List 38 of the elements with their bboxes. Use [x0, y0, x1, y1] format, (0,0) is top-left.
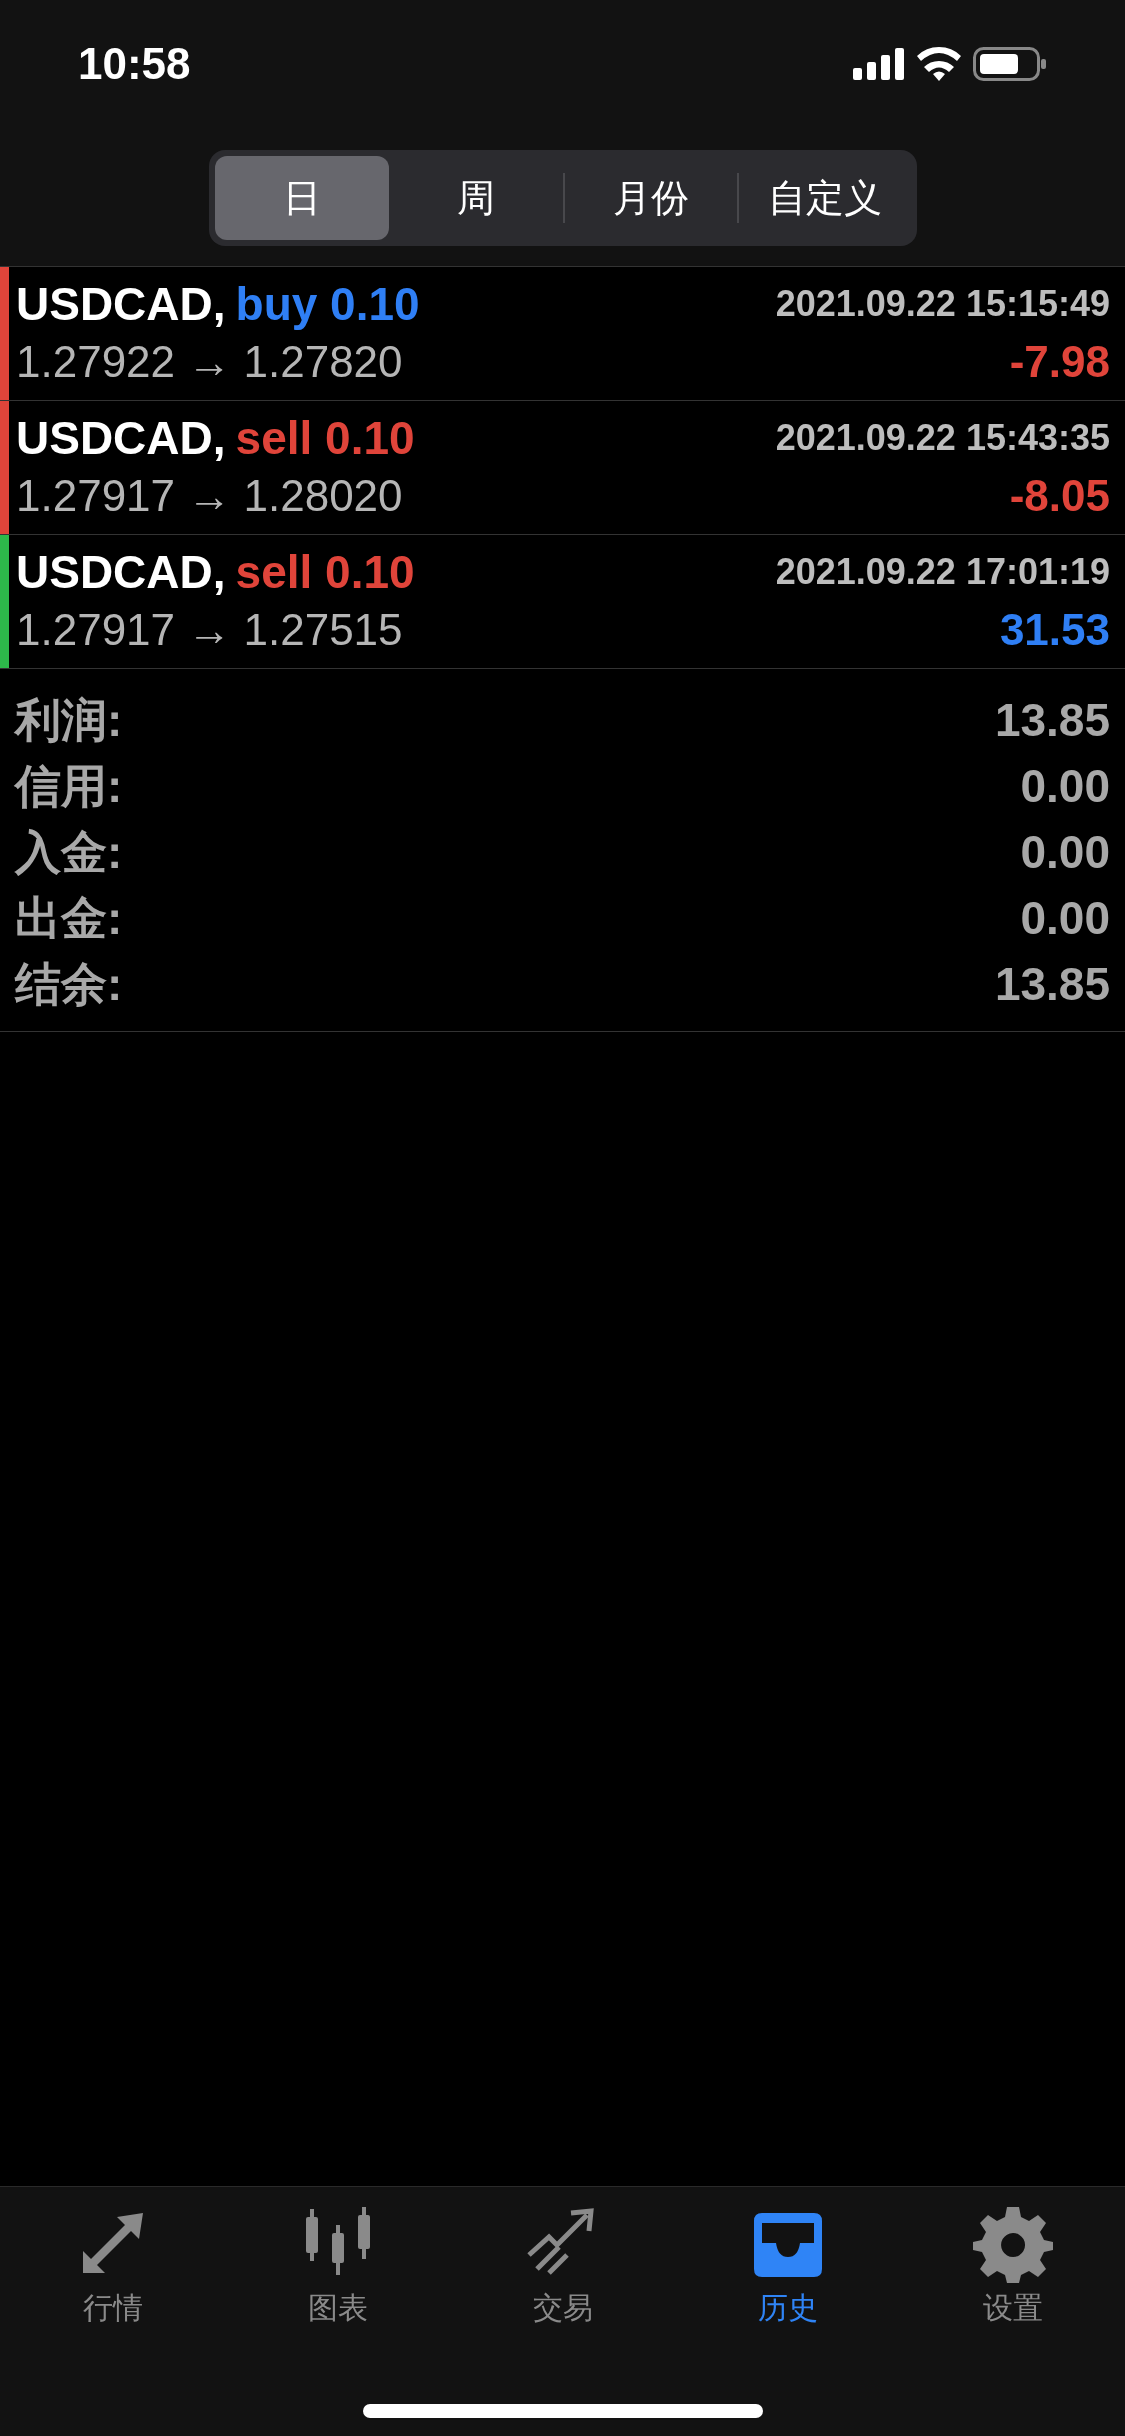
battery-icon: [973, 46, 1047, 81]
summary-value: 0.00: [1020, 824, 1110, 880]
trade-symbol: USDCAD,: [16, 410, 226, 466]
tab-bar-item[interactable]: 行情: [72, 2203, 153, 2330]
tab-bar-item[interactable]: 历史: [747, 2203, 828, 2330]
summary-value: 13.85: [994, 692, 1110, 748]
summary-label: 入金:: [15, 824, 123, 880]
trade-time: 2021.09.22 15:43:35: [775, 415, 1110, 460]
trade-prices: 1.27922 → 1.27820: [16, 335, 403, 388]
status-time: 10:58: [78, 37, 191, 90]
trade-prices: 1.27917 → 1.28020: [16, 469, 403, 522]
period-tab[interactable]: 自定义: [738, 156, 911, 240]
trade-time: 2021.09.22 17:01:19: [775, 549, 1110, 594]
trade-symbol: USDCAD,: [16, 544, 226, 600]
trade-order: sell 0.10: [235, 544, 415, 600]
summary-value: 13.85: [994, 956, 1110, 1012]
summary-label: 结余:: [15, 956, 123, 1012]
period-tab[interactable]: 周: [388, 156, 563, 240]
wifi-icon: [917, 46, 961, 81]
trade-order: sell 0.10: [235, 410, 415, 466]
trade-order: buy 0.10: [235, 276, 420, 332]
period-tab[interactable]: 月份: [564, 156, 737, 240]
signal-icon: [853, 47, 905, 80]
summary-label: 信用:: [15, 758, 123, 814]
trade-profit: -8.05: [1009, 469, 1110, 522]
trade-time: 2021.09.22 15:15:49: [775, 281, 1110, 326]
trade-profit: -7.98: [1009, 335, 1110, 388]
summary-label: 出金:: [15, 890, 123, 946]
summary-label: 利润:: [15, 692, 123, 748]
period-tab[interactable]: 日: [214, 156, 389, 240]
trade-profit: 31.53: [999, 603, 1110, 656]
trade-symbol: USDCAD,: [16, 276, 226, 332]
summary-value: 0.00: [1020, 890, 1110, 946]
tab-bar-item[interactable]: 图表: [297, 2203, 378, 2330]
trade-prices: 1.27917 → 1.27515: [16, 603, 403, 656]
tab-bar-item[interactable]: 设置: [972, 2203, 1053, 2330]
tab-bar-item[interactable]: 交易: [522, 2203, 603, 2330]
summary-value: 0.00: [1020, 758, 1110, 814]
